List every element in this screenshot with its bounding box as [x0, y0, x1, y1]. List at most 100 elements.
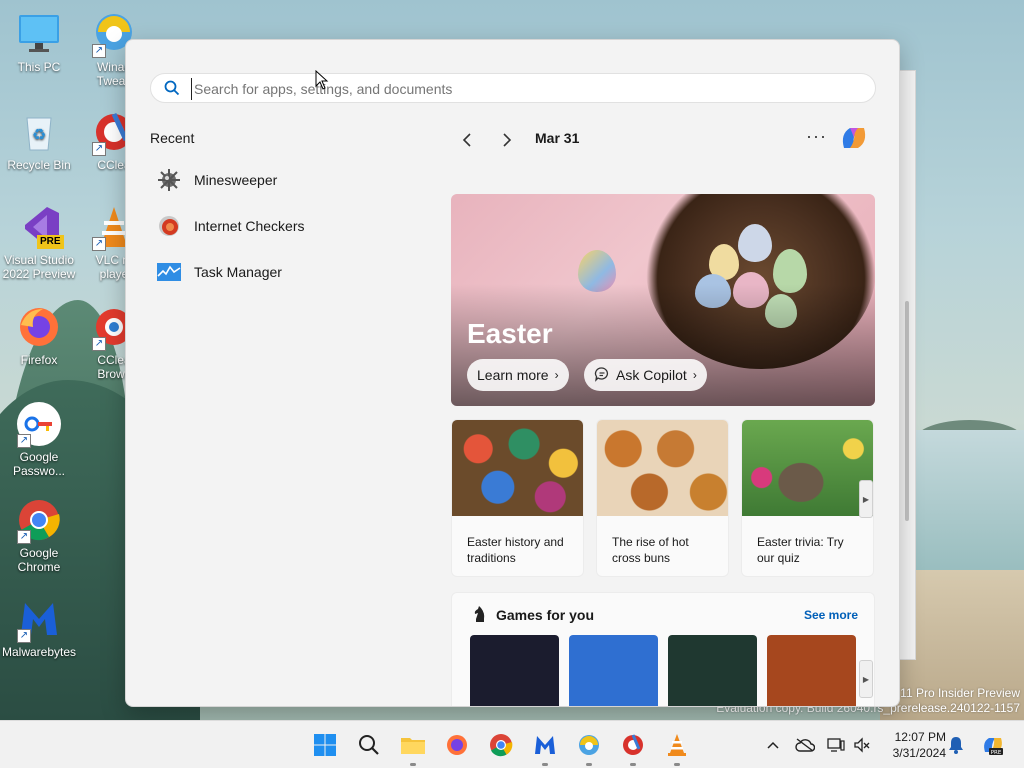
chevron-up-icon — [767, 741, 779, 749]
search-input[interactable] — [191, 78, 851, 100]
chess-knight-icon — [472, 605, 490, 623]
taskbar-vlc[interactable] — [663, 731, 691, 766]
malwarebytes-icon: ↗ — [17, 597, 61, 643]
shortcut-arrow-icon: ↗ — [92, 142, 106, 156]
start-search-box[interactable] — [150, 73, 876, 103]
recent-item-label: Task Manager — [194, 264, 282, 280]
svg-text:PRE: PRE — [991, 750, 1002, 756]
news-card-caption: The rise of hot cross buns — [612, 535, 689, 565]
chrome-icon — [490, 734, 513, 757]
news-card-caption: Easter trivia: Try our quiz — [757, 535, 844, 565]
chevron-right-icon: › — [692, 368, 697, 382]
preview-badge: PRE — [37, 235, 64, 249]
copilot-icon[interactable] — [838, 122, 870, 154]
desktop-icon-firefox[interactable]: Firefox — [1, 305, 77, 367]
news-card-caption: Easter history and traditions — [467, 535, 564, 565]
game-tile[interactable] — [668, 635, 757, 706]
shortcut-arrow-icon: ↗ — [17, 629, 31, 643]
desktop-icon-google-chrome[interactable]: ↗ Google Chrome — [1, 498, 77, 574]
shortcut-arrow-icon: ↗ — [92, 237, 106, 251]
taskbar-chrome[interactable] — [487, 731, 515, 759]
taskbar-malwarebytes[interactable] — [531, 731, 559, 766]
clock-date: 3/31/2024 — [892, 746, 946, 760]
copilot-tray-button[interactable]: PRE — [980, 736, 1006, 756]
see-more-link[interactable]: See more — [804, 608, 858, 622]
recycle-bin-icon: ♻ — [17, 110, 61, 154]
games-heading: Games for you — [496, 607, 595, 623]
game-tile[interactable] — [470, 635, 559, 706]
firefox-icon — [17, 305, 61, 349]
malwarebytes-icon — [535, 736, 555, 754]
desktop-icon-this-pc[interactable]: This PC — [1, 12, 77, 74]
notifications-button[interactable] — [946, 736, 966, 754]
checkers-icon — [156, 213, 182, 239]
ask-copilot-button[interactable]: Ask Copilot › — [584, 359, 707, 391]
chevron-left-icon — [462, 133, 471, 147]
copilot-pre-icon: PRE — [984, 738, 1003, 756]
taskbar-winaero[interactable] — [575, 731, 603, 766]
show-hidden-icons-button[interactable] — [763, 736, 783, 754]
winaero-icon — [579, 735, 599, 755]
desktop-icon-label: Google Chrome — [17, 546, 61, 574]
vlc-cone-icon — [668, 734, 686, 756]
ask-copilot-label: Ask Copilot — [616, 367, 687, 383]
shortcut-arrow-icon: ↗ — [17, 434, 31, 448]
chat-bubble-icon — [594, 366, 610, 385]
speaker-muted-icon — [854, 737, 870, 753]
shortcut-arrow-icon: ↗ — [92, 44, 106, 58]
background-window-scrollbar[interactable] — [905, 301, 909, 521]
shortcut-arrow-icon: ↗ — [17, 530, 31, 544]
news-card-easter-trivia[interactable]: Easter trivia: Try our quiz — [741, 419, 874, 577]
news-card-easter-history[interactable]: Easter history and traditions — [451, 419, 584, 577]
game-tile[interactable] — [767, 635, 856, 706]
clock[interactable]: 12:07 PM 3/31/2024 — [880, 729, 946, 761]
taskbar-firefox[interactable] — [443, 731, 471, 759]
chevron-right-icon: › — [554, 368, 559, 382]
windows-logo-icon — [314, 734, 336, 756]
recent-item-internet-checkers[interactable]: Internet Checkers — [156, 208, 416, 244]
taskbar-search-button[interactable] — [355, 731, 383, 759]
game-tile[interactable] — [569, 635, 658, 706]
painted-eggs-image — [452, 420, 583, 516]
onedrive-tray-button[interactable] — [795, 736, 815, 754]
recent-item-label: Internet Checkers — [194, 218, 305, 234]
desktop-icon-visual-studio[interactable]: PRE Visual Studio 2022 Preview — [1, 205, 77, 281]
desktop-icon-label: Google Passwo... — [12, 450, 66, 478]
taskbar: 12:07 PM 3/31/2024 PRE — [0, 720, 1024, 768]
learn-more-label: Learn more — [477, 367, 549, 383]
chrome-icon: ↗ — [17, 498, 61, 544]
recent-item-task-manager[interactable]: Task Manager — [156, 254, 416, 290]
rabbit-image — [742, 420, 873, 516]
taskbar-file-explorer[interactable] — [399, 731, 427, 766]
desktop-icon-google-passwords[interactable]: ↗ Google Passwo... — [1, 402, 77, 478]
more-options-button[interactable]: ··· — [806, 126, 827, 147]
desktop-icon-recycle-bin[interactable]: ♻ Recycle Bin — [1, 110, 77, 172]
running-indicator — [542, 763, 548, 766]
clock-time: 12:07 PM — [894, 730, 946, 744]
svg-text:♻: ♻ — [32, 127, 46, 144]
volume-tray-button[interactable] — [852, 736, 872, 754]
network-tray-button[interactable] — [826, 736, 846, 754]
games-for-you-panel: Games for you See more — [451, 592, 875, 706]
recent-heading: Recent — [150, 130, 195, 146]
news-card-hot-cross-buns[interactable]: The rise of hot cross buns — [596, 419, 729, 577]
desktop-icon-label: Visual Studio 2022 Preview — [2, 253, 76, 281]
desktop-icon-malwarebytes[interactable]: ↗ Malwarebytes — [1, 597, 77, 659]
recent-item-minesweeper[interactable]: Minesweeper — [156, 162, 416, 198]
google-key-icon: ↗ — [17, 402, 61, 448]
running-indicator — [586, 763, 592, 766]
taskbar-ccleaner[interactable] — [619, 731, 647, 766]
next-day-button[interactable] — [495, 128, 519, 152]
cards-scroll-right-button[interactable]: ▶ — [859, 480, 873, 518]
search-icon — [164, 80, 180, 96]
folder-icon — [401, 738, 425, 754]
mine-icon — [156, 167, 182, 193]
easter-hero-card[interactable]: Easter Learn more › Ask Copilot › — [451, 194, 875, 406]
visual-studio-icon: PRE — [17, 205, 64, 249]
start-button[interactable] — [311, 731, 339, 759]
games-scroll-right-button[interactable]: ▶ — [859, 660, 873, 698]
hot-cross-buns-image — [597, 420, 728, 516]
previous-day-button[interactable] — [455, 128, 479, 152]
shortcut-arrow-icon: ↗ — [92, 337, 106, 351]
learn-more-button[interactable]: Learn more › — [467, 359, 569, 391]
